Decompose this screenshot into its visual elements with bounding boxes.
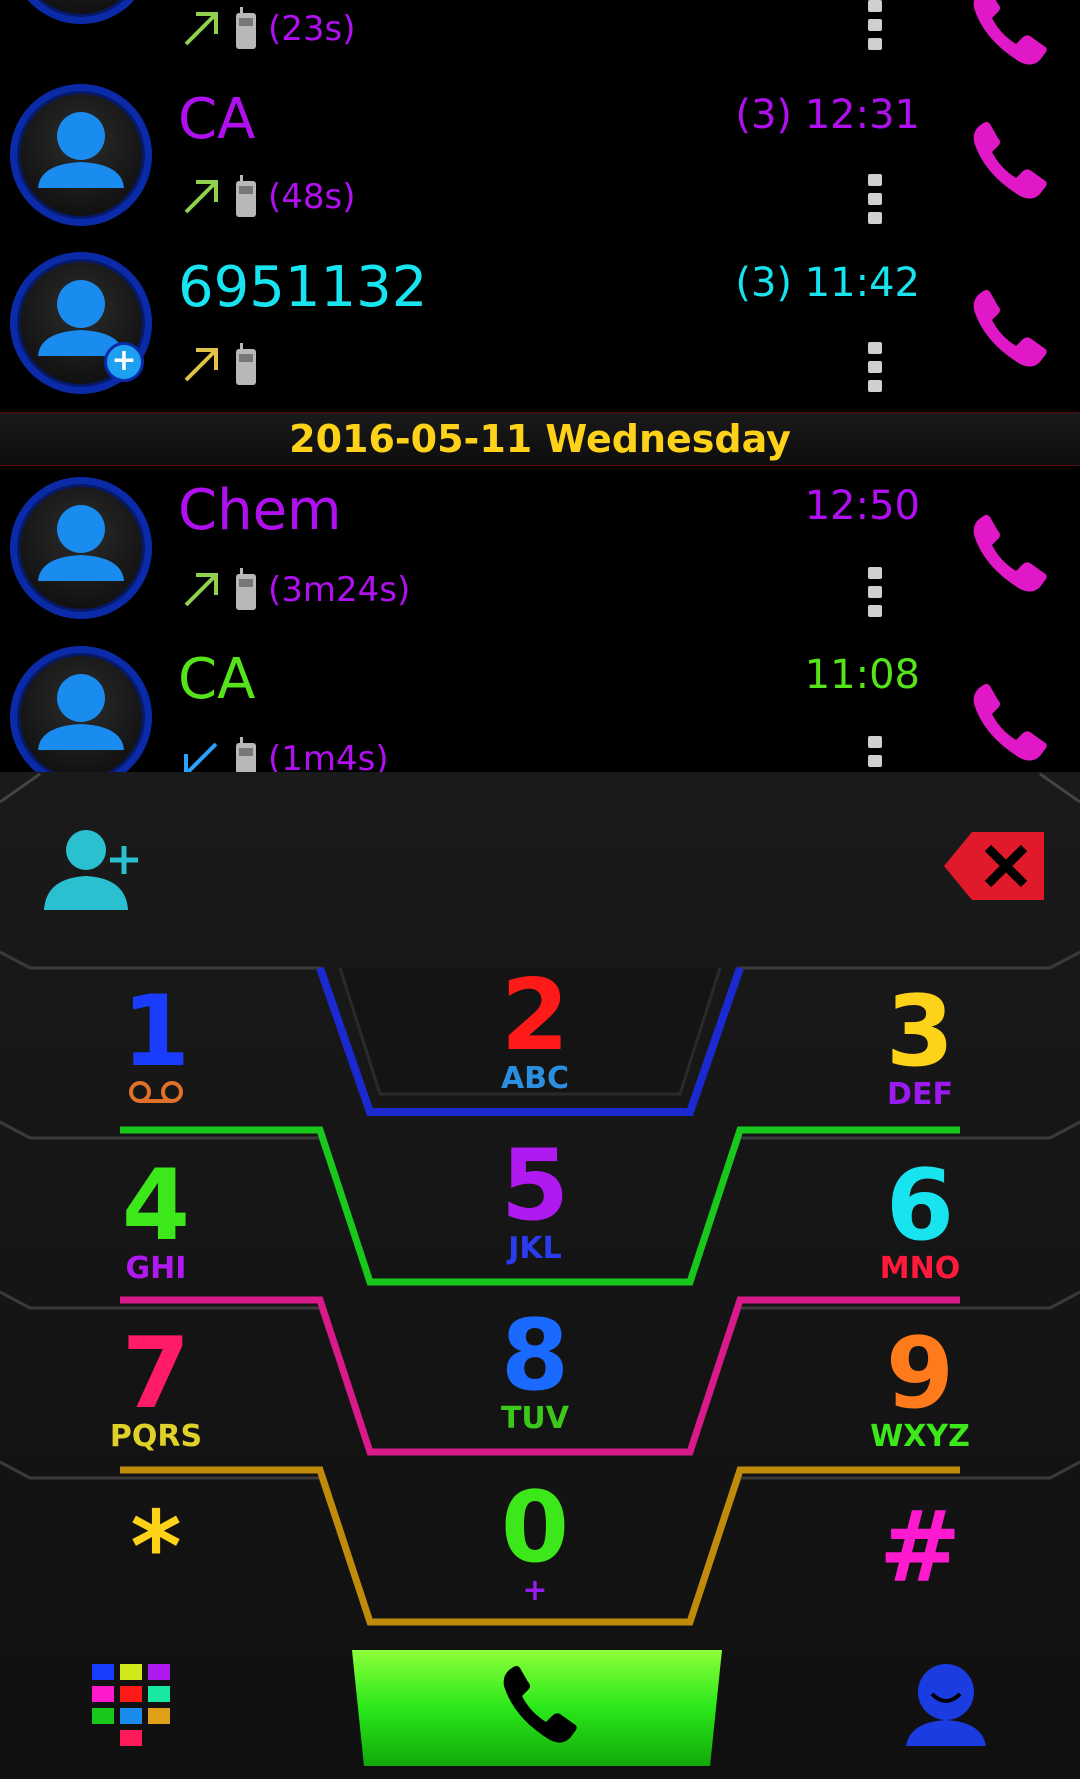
call-detail: (23s) (180, 6, 356, 52)
call-detail: (1m4s) (180, 736, 389, 772)
apps-grid-icon (92, 1664, 170, 1746)
call-log-entry[interactable]: CA 11:08 (1m4s) (0, 646, 1080, 772)
contacts-icon (906, 1664, 986, 1746)
call-button[interactable] (960, 674, 1060, 772)
more-options-button[interactable] (868, 736, 882, 772)
contact-avatar[interactable]: + (10, 252, 152, 394)
person-icon (10, 0, 152, 24)
call-time: 11:08 (804, 652, 920, 698)
incoming-call-arrow-icon (184, 742, 218, 772)
more-options-button[interactable] (868, 567, 882, 624)
person-icon (38, 505, 124, 581)
date-header: 2016-05-11 Wednesday (0, 412, 1080, 466)
dial-key-9[interactable]: 9 WXYZ (810, 1325, 1030, 1452)
more-options-button[interactable] (868, 174, 882, 231)
person-icon (38, 674, 124, 750)
phone-icon (973, 515, 1047, 592)
call-detail: (3m24s) (180, 567, 410, 613)
call-log-entry[interactable]: Chem 12:50 (3m24s) (0, 477, 1080, 645)
call-time: 12:50 (804, 483, 920, 529)
outgoing-call-arrow-icon (184, 348, 218, 382)
phone-icon (973, 0, 1047, 65)
mobile-phone-icon (236, 737, 256, 772)
call-button-bg (352, 1650, 722, 1766)
contact-name: CA (178, 87, 256, 152)
dial-key-0[interactable]: 0 + (425, 1479, 645, 1606)
more-options-button[interactable] (868, 0, 882, 57)
call-duration: (1m4s) (268, 739, 389, 772)
phone-icon (973, 122, 1047, 199)
dialer-pad: 1 2 ABC 3 DEF 4 GHI 5 JKL 6 MNO 7 PQRS 8… (0, 772, 1080, 1779)
dial-key-4[interactable]: 4 GHI (46, 1157, 266, 1284)
call-button[interactable] (960, 280, 1060, 380)
call-duration: (3m24s) (268, 570, 411, 610)
dial-key-8[interactable]: 8 TUV (425, 1307, 645, 1434)
contact-avatar[interactable] (10, 0, 152, 24)
outgoing-call-arrow-icon (184, 180, 218, 214)
phone-icon (973, 290, 1047, 367)
add-contact-icon (44, 830, 138, 910)
person-icon (38, 112, 124, 188)
call-duration: (23s) (268, 9, 356, 49)
call-log-entry[interactable]: (23s) (0, 0, 1080, 65)
dial-key-5[interactable]: 5 JKL (425, 1137, 645, 1264)
mobile-phone-icon (236, 343, 256, 385)
dial-key-hash[interactable]: # (810, 1499, 1030, 1597)
contact-avatar[interactable] (10, 646, 152, 772)
dial-call-button[interactable] (350, 1646, 724, 1770)
dial-key-2[interactable]: 2 ABC (425, 967, 645, 1094)
contact-avatar[interactable] (10, 84, 152, 226)
add-contact-badge[interactable]: + (104, 342, 144, 382)
contact-name: 6951132 (178, 255, 428, 320)
call-button[interactable] (960, 0, 1060, 78)
call-log-entry[interactable]: + 6951132 (3) 11:42 (0, 252, 1080, 420)
mobile-phone-icon (236, 568, 256, 610)
dial-key-1[interactable]: 1 (46, 983, 266, 1108)
backspace-icon (944, 832, 1044, 900)
contact-name: CA (178, 647, 256, 712)
voicemail-icon (129, 1081, 183, 1103)
add-contact-button[interactable] (40, 826, 144, 914)
call-button[interactable] (960, 112, 1060, 212)
call-log[interactable]: (23s) CA (3) 12:31 (48s) + 6951132 (3) 1… (0, 0, 1080, 772)
contact-name: Chem (178, 478, 342, 543)
call-detail: (48s) (180, 174, 356, 220)
outgoing-call-arrow-icon (184, 12, 218, 46)
backspace-button[interactable] (944, 830, 1044, 902)
call-duration: (48s) (268, 177, 356, 217)
call-time: (3) 11:42 (735, 260, 920, 306)
dial-key-6[interactable]: 6 MNO (810, 1157, 1030, 1284)
dial-key-7[interactable]: 7 PQRS (46, 1325, 266, 1452)
contact-avatar[interactable] (10, 477, 152, 619)
dial-key-3[interactable]: 3 DEF (810, 983, 1030, 1110)
call-log-entry[interactable]: CA (3) 12:31 (48s) (0, 84, 1080, 252)
outgoing-call-arrow-icon (184, 573, 218, 607)
apps-grid-button[interactable] (90, 1662, 178, 1750)
mobile-phone-icon (236, 7, 256, 49)
phone-icon (973, 684, 1047, 761)
more-options-button[interactable] (868, 342, 882, 399)
call-button[interactable] (960, 505, 1060, 605)
mobile-phone-icon (236, 175, 256, 217)
dial-key-star[interactable]: * (46, 1499, 266, 1597)
call-detail (180, 342, 260, 388)
call-time: (3) 12:31 (735, 92, 920, 138)
contacts-button[interactable] (902, 1662, 990, 1746)
